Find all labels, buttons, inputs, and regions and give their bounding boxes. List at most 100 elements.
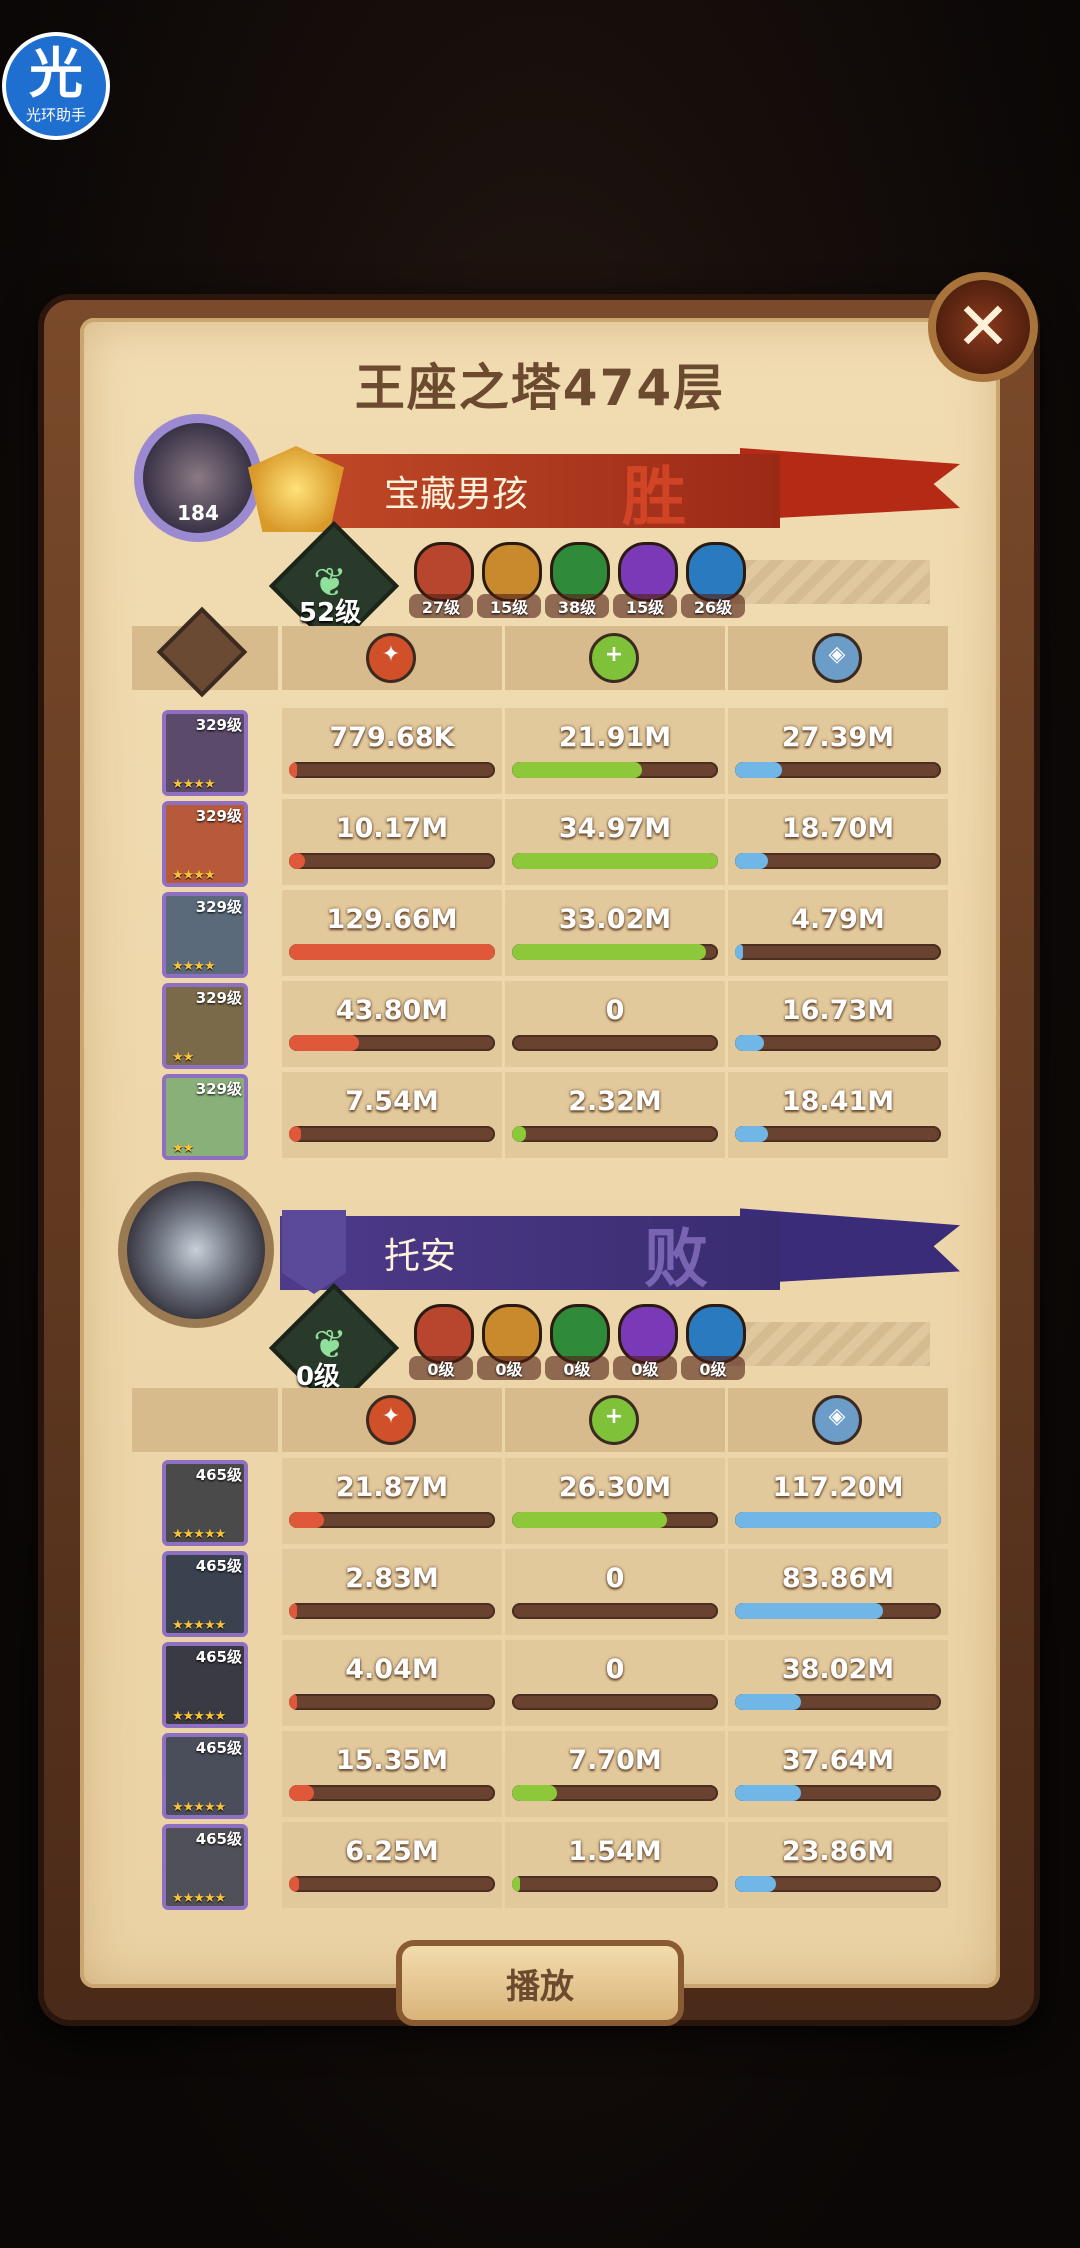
hero-stars: ★★★★★ (172, 1618, 226, 1633)
player2-header-damage: ✦ (282, 1388, 502, 1452)
stat-bar-tank (735, 1876, 941, 1892)
stat-cell-dmg: 7.54M (282, 1072, 502, 1158)
stat-value-tank: 18.41M (781, 1086, 895, 1117)
stat-value-dmg: 15.35M (335, 1745, 449, 1776)
hero-portrait[interactable]: 465级 ★★★★★ (162, 1460, 248, 1546)
faction-4-icon (686, 1304, 746, 1364)
stat-bar-dmg (289, 1694, 495, 1710)
play-button[interactable]: 播放 (396, 1940, 684, 2026)
hero-portrait[interactable]: 329级 ★★ (162, 983, 248, 1069)
faction-3-level: 15级 (613, 594, 677, 618)
watermark-text: 光环助手 (25, 106, 86, 124)
hero-portrait[interactable]: 329级 ★★★★ (162, 801, 248, 887)
player1-result: 胜 (622, 461, 686, 535)
hero-portrait[interactable]: 465级 ★★★★★ (162, 1824, 248, 1910)
stat-bar-dmg (289, 944, 495, 960)
stat-value-tank: 38.02M (781, 1654, 895, 1685)
damage-icon: ✦ (366, 633, 416, 683)
hero-level: 465级 (195, 1648, 242, 1666)
hero-portrait[interactable]: 465级 ★★★★★ (162, 1733, 248, 1819)
stat-bar-tank (735, 853, 941, 869)
stat-bar-fill-tank (735, 1785, 801, 1801)
hero-stars: ★★★★ (172, 868, 216, 883)
stat-value-heal: 0 (605, 995, 625, 1026)
faction-1-icon (482, 1304, 542, 1364)
stat-bar-tank (735, 1126, 941, 1142)
stat-value-dmg: 6.25M (345, 1836, 439, 1867)
heal-icon: + (589, 1395, 639, 1445)
stat-bar-fill-tank (735, 1876, 777, 1892)
stat-bar-fill-tank (735, 1603, 884, 1619)
hero-level: 465级 (195, 1830, 242, 1848)
stat-value-dmg: 779.68K (329, 722, 455, 753)
stat-bar-heal (512, 944, 718, 960)
stat-bar-heal (512, 762, 718, 778)
faction-2-icon (550, 1304, 610, 1364)
watermark-char: 光 (29, 42, 83, 105)
stat-cell-dmg: 129.66M (282, 890, 502, 976)
stat-bar-tank (735, 1694, 941, 1710)
stat-bar-fill-heal (512, 1876, 521, 1892)
stat-value-tank: 117.20M (772, 1472, 904, 1503)
stat-bar-tank (735, 1035, 941, 1051)
player2-header-heal: + (505, 1388, 725, 1452)
stat-bar-fill-dmg (289, 1785, 314, 1801)
player2-avatar[interactable] (118, 1172, 274, 1328)
stat-value-heal: 7.70M (568, 1745, 662, 1776)
stat-bar-fill-dmg (289, 944, 495, 960)
player1-name: 宝藏男孩 (384, 474, 529, 515)
player1-header-tank: ◈ (728, 626, 948, 690)
stat-bar-heal (512, 1694, 718, 1710)
stat-cell-dmg: 2.83M (282, 1549, 502, 1635)
stat-cell-dmg: 43.80M (282, 981, 502, 1067)
stat-value-heal: 0 (605, 1654, 625, 1685)
stat-bar-fill-dmg (289, 853, 306, 869)
stat-bar-heal (512, 1876, 718, 1892)
hero-portrait[interactable]: 329级 ★★★★ (162, 710, 248, 796)
hero-portrait[interactable]: 329级 ★★ (162, 1074, 248, 1160)
player1-avatar[interactable]: 184 (134, 414, 262, 542)
stat-cell-heal: 0 (505, 1549, 725, 1635)
player1-header-damage: ✦ (282, 626, 502, 690)
stat-bar-fill-tank (735, 944, 744, 960)
stat-bar-heal (512, 1603, 718, 1619)
hero-level: 329级 (195, 1080, 242, 1098)
stat-value-heal: 26.30M (558, 1472, 672, 1503)
hero-portrait[interactable]: 465级 ★★★★★ (162, 1642, 248, 1728)
stat-bar-tank (735, 944, 941, 960)
stat-cell-tank: 27.39M (728, 708, 948, 794)
stat-cell-heal: 1.54M (505, 1822, 725, 1908)
stat-value-dmg: 129.66M (326, 904, 458, 935)
stat-cell-heal: 34.97M (505, 799, 725, 885)
stat-bar-dmg (289, 1603, 495, 1619)
stat-bar-fill-dmg (289, 762, 298, 778)
stat-cell-heal: 33.02M (505, 890, 725, 976)
stat-bar-tank (735, 1785, 941, 1801)
hero-portrait[interactable]: 465级 ★★★★★ (162, 1551, 248, 1637)
stat-value-tank: 27.39M (781, 722, 895, 753)
hero-portrait[interactable]: 329级 ★★★★ (162, 892, 248, 978)
stat-value-tank: 23.86M (781, 1836, 895, 1867)
faction-0-icon (414, 1304, 474, 1364)
faction-1-level: 15级 (477, 594, 541, 618)
stat-bar-fill-tank (735, 853, 768, 869)
stat-value-dmg: 10.17M (335, 813, 449, 844)
watermark-logo: 光 光环助手 (2, 32, 110, 140)
stat-cell-tank: 18.70M (728, 799, 948, 885)
hero-stars: ★★ (172, 1141, 194, 1156)
faction-1-level: 0级 (477, 1356, 541, 1380)
stat-bar-fill-heal (512, 944, 706, 960)
faction-0-level: 27级 (409, 594, 473, 618)
stat-cell-tank: 18.41M (728, 1072, 948, 1158)
stat-cell-tank: 23.86M (728, 1822, 948, 1908)
stat-bar-dmg (289, 1876, 495, 1892)
stat-bar-dmg (289, 1512, 495, 1528)
hero-stars: ★★★★★ (172, 1891, 226, 1906)
stat-bar-fill-tank (735, 762, 783, 778)
faction-4-icon (686, 542, 746, 602)
stat-cell-heal: 21.91M (505, 708, 725, 794)
stat-value-dmg: 2.83M (345, 1563, 439, 1594)
stat-cell-dmg: 779.68K (282, 708, 502, 794)
stat-bar-heal (512, 1126, 718, 1142)
player1-header-heal: + (505, 626, 725, 690)
